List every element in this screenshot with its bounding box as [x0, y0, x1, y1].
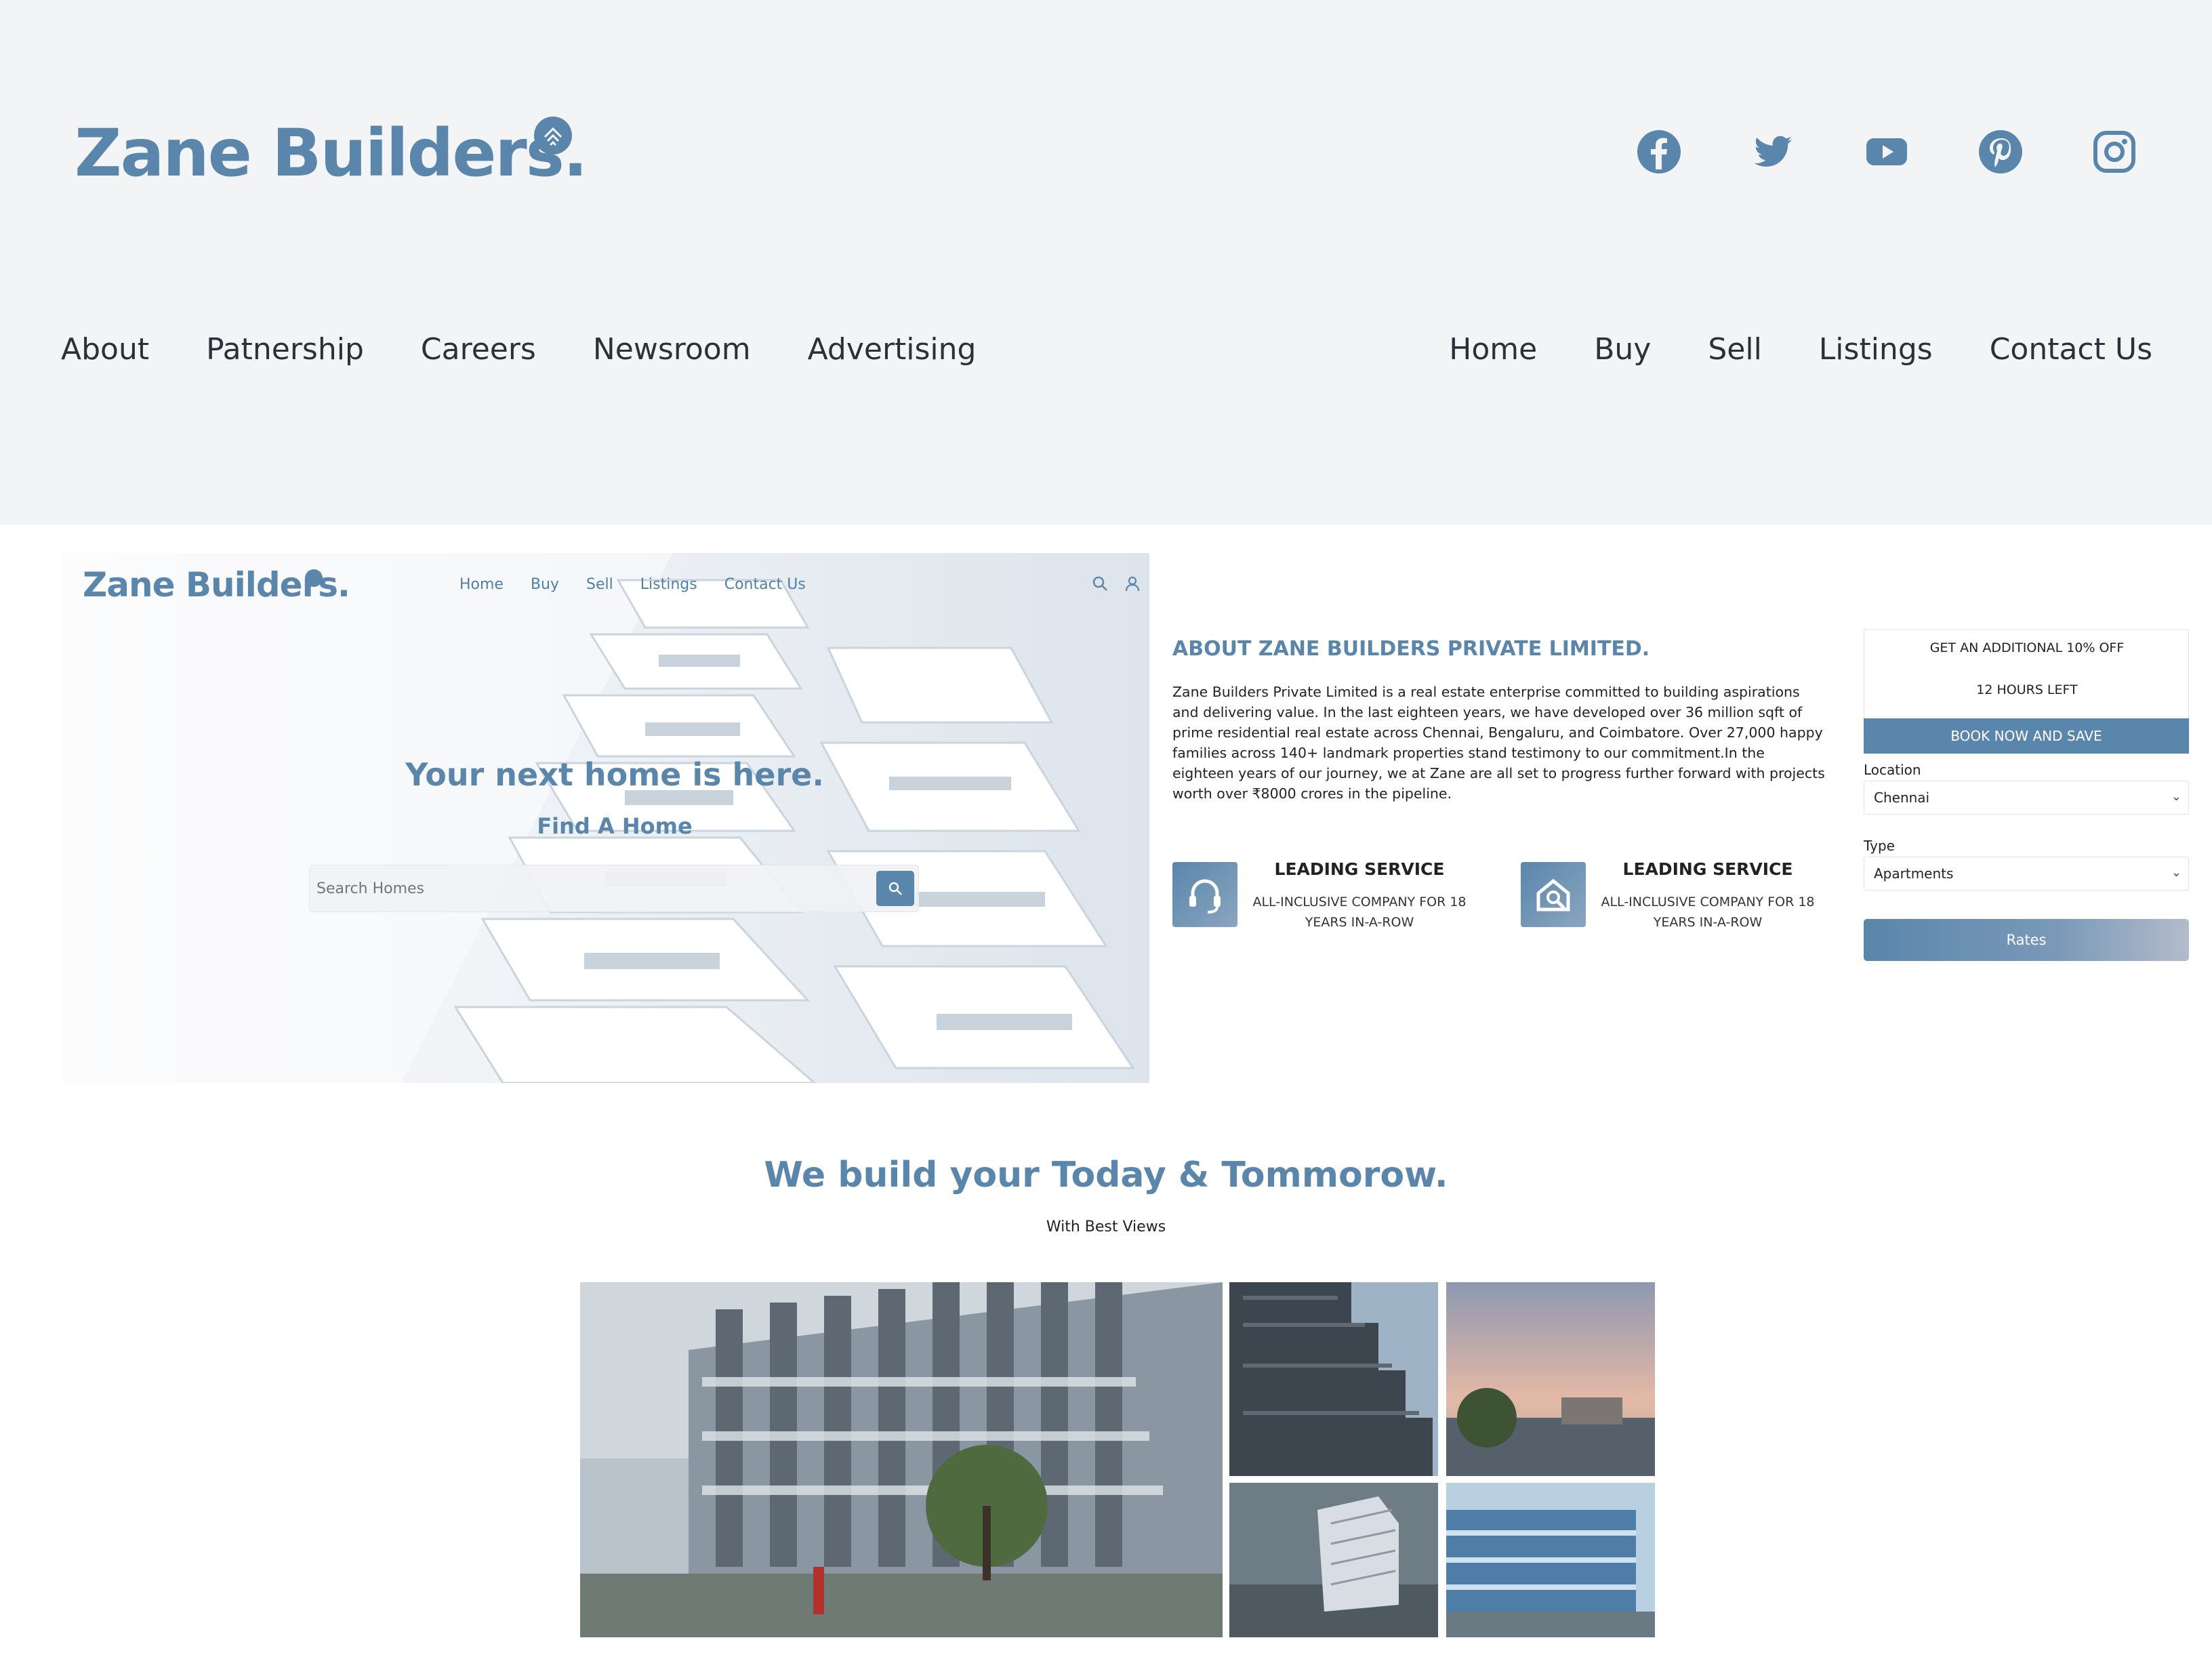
nav-home[interactable]: Home	[1449, 332, 1537, 367]
nav-careers[interactable]: Careers	[421, 332, 536, 367]
feature-card: LEADING SERVICE ALL-INCLUSIVE COMPANY FO…	[1521, 859, 1860, 934]
nav-advertising[interactable]: Advertising	[808, 332, 977, 367]
secondary-nav: About Patnership Careers Newsroom Advert…	[61, 332, 976, 367]
instagram-icon[interactable]	[2091, 129, 2137, 175]
hero-nav-contact-us[interactable]: Contact Us	[724, 576, 806, 593]
hero-nav-icons	[1091, 575, 1141, 592]
hero-nav-listings[interactable]: Listings	[640, 576, 697, 593]
gallery-subtitle: With Best Views	[1046, 1218, 1166, 1235]
type-value: Apartments	[1874, 865, 1954, 882]
search-icon[interactable]	[1091, 575, 1109, 592]
brand-badge-icon	[534, 117, 572, 155]
gallery-photo[interactable]	[1229, 1282, 1438, 1476]
hero-section: Zane Builders. Home Buy Sell Listings Co…	[62, 553, 1149, 1083]
hero-nav: Home Buy Sell Listings Contact Us	[459, 576, 806, 593]
site-header: Zane Builders. About Patnership Careers …	[0, 0, 2212, 525]
location-value: Chennai	[1874, 790, 1930, 806]
primary-nav: Home Buy Sell Listings Contact Us	[1449, 332, 2152, 367]
offer-box: GET AN ADDITIONAL 10% OFF 12 HOURS LEFT	[1864, 629, 2189, 720]
chevron-down-icon: ⌄	[2171, 865, 2182, 880]
chevron-down-icon: ⌄	[2171, 790, 2182, 804]
gallery-title: We build your Today & Tommorow.	[764, 1155, 1448, 1195]
facebook-icon[interactable]	[1636, 129, 1682, 175]
search-homes-input[interactable]	[310, 865, 865, 912]
hero-nav-home[interactable]: Home	[459, 576, 504, 593]
location-select[interactable]: Chennai ⌄	[1864, 781, 2189, 815]
nav-sell[interactable]: Sell	[1708, 332, 1761, 367]
nav-listings[interactable]: Listings	[1819, 332, 1933, 367]
hero-subtitle: Find A Home	[537, 813, 693, 839]
hero-brand-badge-icon	[305, 569, 323, 587]
user-icon[interactable]	[1124, 575, 1141, 592]
hero-search-bar	[309, 865, 919, 912]
feature-description: ALL-INCLUSIVE COMPANY FOR 18 YEARS IN-A-…	[1252, 895, 1467, 930]
feature-description: ALL-INCLUSIVE COMPANY FOR 18 YEARS IN-A-…	[1601, 895, 1815, 930]
pinterest-icon[interactable]	[1978, 129, 2024, 175]
search-button[interactable]	[876, 871, 914, 906]
offer-text: GET AN ADDITIONAL 10% OFF	[1929, 640, 2125, 655]
about-title: ABOUT ZANE BUILDERS PRIVATE LIMITED.	[1172, 637, 1650, 661]
hero-nav-buy[interactable]: Buy	[531, 576, 559, 593]
nav-newsroom[interactable]: Newsroom	[593, 332, 751, 367]
hero-title: Your next home is here.	[405, 756, 824, 793]
offer-countdown: 12 HOURS LEFT	[1976, 682, 2078, 697]
social-links	[1636, 129, 2137, 175]
feature-title: LEADING SERVICE	[1274, 859, 1445, 879]
youtube-icon[interactable]	[1864, 129, 1910, 175]
nav-contact-us[interactable]: Contact Us	[1990, 332, 2152, 367]
book-now-button[interactable]: BOOK NOW AND SAVE	[1864, 718, 2189, 754]
feature-title: LEADING SERVICE	[1622, 859, 1793, 879]
twitter-icon[interactable]	[1750, 129, 1796, 175]
about-text: Zane Builders Private Limited is a real …	[1172, 684, 1825, 802]
feature-card: LEADING SERVICE ALL-INCLUSIVE COMPANY FO…	[1172, 859, 1511, 934]
search-icon	[888, 882, 902, 895]
gallery-photo[interactable]	[1446, 1282, 1655, 1476]
rates-button[interactable]: Rates	[1864, 919, 2189, 961]
gallery-photo-main[interactable]	[580, 1282, 1223, 1637]
brand-logo-text[interactable]: Zane Builders.	[75, 115, 588, 191]
search-house-icon	[1521, 862, 1586, 927]
headset-icon	[1172, 862, 1237, 927]
location-label: Location	[1864, 762, 1921, 778]
type-label: Type	[1864, 838, 1895, 854]
hero-nav-sell[interactable]: Sell	[586, 576, 613, 593]
nav-partnership[interactable]: Patnership	[206, 332, 364, 367]
gallery-photo[interactable]	[1229, 1483, 1438, 1637]
nav-about[interactable]: About	[61, 332, 149, 367]
nav-buy[interactable]: Buy	[1594, 332, 1651, 367]
gallery-photo[interactable]	[1446, 1483, 1655, 1637]
type-select[interactable]: Apartments ⌄	[1864, 857, 2189, 890]
